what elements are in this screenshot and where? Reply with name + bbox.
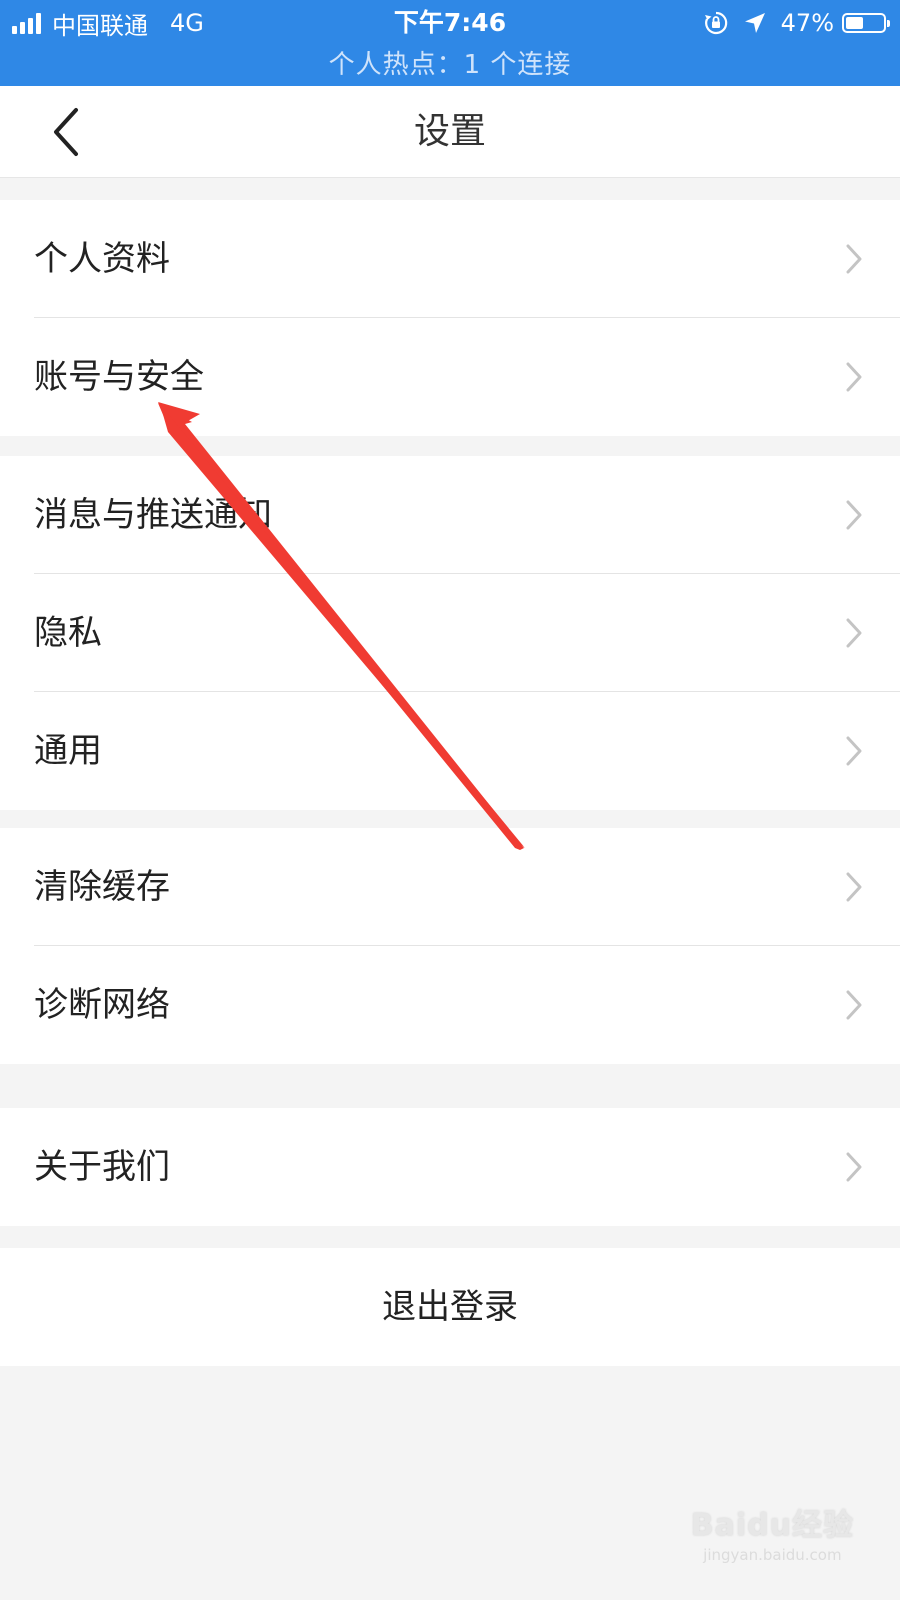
settings-item-label: 清除缓存 [34,867,170,907]
chevron-right-icon [846,618,862,648]
chevron-right-icon [846,1152,862,1182]
settings-item-general[interactable]: 通用 [0,692,900,810]
location-arrow-icon [743,11,767,35]
settings-item-clear-cache[interactable]: 清除缓存 [0,828,900,946]
settings-group-general: 消息与推送通知 隐私 通用 [0,456,900,810]
status-bar: 中国联通 4G 下午7:46 47% 个人热点：1 个连接 [0,0,900,86]
chevron-right-icon [846,990,862,1020]
settings-item-label: 通用 [34,731,102,771]
watermark-main: Baidu经验 [690,1508,854,1543]
settings-item-label: 隐私 [34,613,102,653]
hotspot-banner[interactable]: 个人热点：1 个连接 [0,44,900,81]
chevron-right-icon [846,500,862,530]
watermark-sub: jingyan.baidu.com [703,1546,842,1564]
page-title: 设置 [413,111,486,152]
settings-item-network-diagnosis[interactable]: 诊断网络 [0,946,900,1064]
settings-item-label: 账号与安全 [34,357,204,397]
settings-item-label: 个人资料 [34,239,170,279]
battery-percent: 47% [780,9,834,37]
settings-group-profile: 个人资料 账号与安全 [0,200,900,436]
chevron-right-icon [846,244,862,274]
chevron-right-icon [846,872,862,902]
nav-bar: 设置 [0,86,900,178]
settings-screen: 中国联通 4G 下午7:46 47% 个人热点：1 个连接 设置 个人资料 账号… [0,0,900,1600]
settings-item-label: 消息与推送通知 [34,495,272,535]
logout-button[interactable]: 退出登录 [0,1248,900,1366]
status-right: 47% [703,6,890,40]
settings-item-privacy[interactable]: 隐私 [0,574,900,692]
settings-item-notifications[interactable]: 消息与推送通知 [0,456,900,574]
battery-icon [842,13,890,33]
settings-item-profile[interactable]: 个人资料 [0,200,900,318]
settings-item-about-us[interactable]: 关于我们 [0,1108,900,1226]
settings-group-tools: 清除缓存 诊断网络 [0,828,900,1064]
settings-group-about: 关于我们 [0,1108,900,1226]
rotation-lock-icon [703,10,729,36]
chevron-right-icon [846,736,862,766]
battery-fill [846,17,863,29]
chevron-right-icon [846,362,862,392]
settings-item-account-security[interactable]: 账号与安全 [0,318,900,436]
baidu-watermark: Baidu经验 jingyan.baidu.com [691,1500,854,1564]
settings-item-label: 关于我们 [34,1147,170,1187]
settings-item-label: 诊断网络 [34,985,170,1025]
